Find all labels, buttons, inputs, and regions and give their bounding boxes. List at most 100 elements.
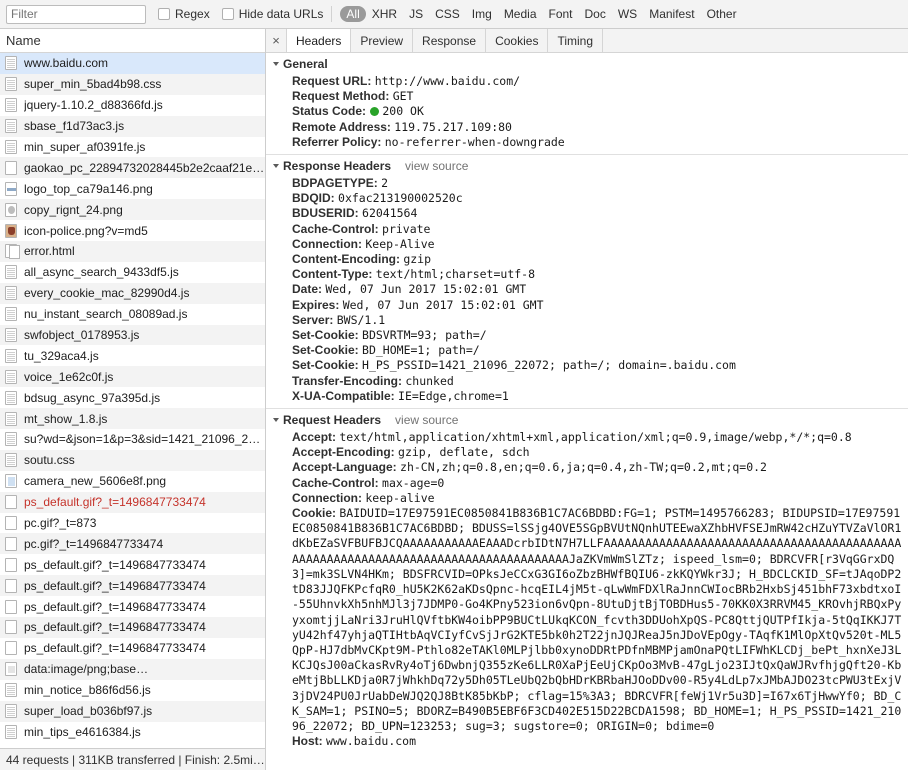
- detail-tabbar: × HeadersPreviewResponseCookiesTiming: [266, 29, 908, 53]
- header-key: X-UA-Compatible:: [292, 389, 395, 403]
- request-row[interactable]: ps_default.gif?_t=1496847733474: [0, 596, 265, 617]
- request-list[interactable]: www.baidu.com super_min_5bad4b98.cssjquer…: [0, 53, 265, 748]
- request-name: pc.gif?_t=873: [24, 516, 96, 530]
- headers-section: Response Headersview sourceBDPAGETYPE: 2…: [266, 154, 908, 408]
- request-row[interactable]: data:image/png;base…: [0, 659, 265, 680]
- request-name: min_super_af0391fe.js: [24, 140, 145, 154]
- header-row: Request URL: http://www.baidu.com/: [266, 74, 908, 89]
- network-summary-text: 44 requests | 311KB transferred | Finish…: [6, 753, 265, 767]
- header-value: 0xfac213190002520c: [338, 191, 463, 205]
- chevron-down-icon[interactable]: [273, 418, 279, 422]
- header-key: Referrer Policy:: [292, 135, 381, 149]
- type-filter-img[interactable]: Img: [466, 6, 498, 22]
- request-row[interactable]: error.html: [0, 241, 265, 262]
- request-row[interactable]: sbase_f1d73ac3.js: [0, 116, 265, 137]
- header-value: GET: [393, 89, 414, 103]
- chevron-down-icon[interactable]: [273, 164, 279, 168]
- request-row[interactable]: ps_default.gif?_t=1496847733474: [0, 617, 265, 638]
- request-name: www.baidu.com: [24, 56, 108, 70]
- request-name: mt_show_1.8.js: [24, 412, 107, 426]
- tab-response[interactable]: Response: [413, 29, 486, 52]
- request-row[interactable]: mt_show_1.8.js: [0, 408, 265, 429]
- type-filter-ws[interactable]: WS: [612, 6, 643, 22]
- request-row[interactable]: super_min_5bad4b98.css: [0, 74, 265, 95]
- request-name: copy_rignt_24.png: [24, 203, 123, 217]
- request-row[interactable]: ps_default.gif?_t=1496847733474: [0, 554, 265, 575]
- header-key: Set-Cookie:: [292, 358, 359, 372]
- regex-checkbox[interactable]: [158, 8, 170, 20]
- request-row[interactable]: bdsug_async_97a395d.js: [0, 387, 265, 408]
- request-row[interactable]: camera_new_5606e8f.png: [0, 471, 265, 492]
- hide-data-urls-checkbox[interactable]: [222, 8, 234, 20]
- tab-preview[interactable]: Preview: [351, 29, 413, 52]
- type-filter-xhr[interactable]: XHR: [366, 6, 403, 22]
- view-source-link[interactable]: view source: [405, 159, 468, 173]
- request-row[interactable]: su?wd=&json=1&p=3&sid=1421_21096_2…: [0, 429, 265, 450]
- request-row[interactable]: every_cookie_mac_82990d4.js: [0, 283, 265, 304]
- request-row[interactable]: swfobject_0178953.js: [0, 325, 265, 346]
- type-filter-manifest[interactable]: Manifest: [643, 6, 700, 22]
- section-header[interactable]: Response Headers view source: [266, 155, 908, 176]
- request-name: data:image/png;base…: [24, 662, 148, 676]
- header-value: H_PS_PSSID=1421_21096_22072; path=/; dom…: [362, 358, 736, 372]
- request-row[interactable]: logo_top_ca79a146.png: [0, 178, 265, 199]
- header-key: Remote Address:: [292, 120, 391, 134]
- header-row: Cookie: BAIDUID=17E97591EC0850841B836B1C…: [266, 506, 908, 734]
- filter-input[interactable]: [6, 5, 146, 24]
- request-row[interactable]: min_tips_e4616384.js: [0, 722, 265, 743]
- view-source-link[interactable]: view source: [395, 413, 458, 427]
- tab-timing[interactable]: Timing: [548, 29, 603, 52]
- request-name: gaokao_pc_22894732028445b2e2caaf21e…: [24, 161, 264, 175]
- chevron-down-icon[interactable]: [273, 62, 279, 66]
- type-filter-font[interactable]: Font: [543, 6, 579, 22]
- type-filter-media[interactable]: Media: [498, 6, 543, 22]
- request-row[interactable]: min_super_af0391fe.js: [0, 137, 265, 158]
- header-row: X-UA-Compatible: IE=Edge,chrome=1: [266, 389, 908, 404]
- type-filter-js[interactable]: JS: [403, 6, 429, 22]
- tab-cookies[interactable]: Cookies: [486, 29, 548, 52]
- header-row: BDQID: 0xfac213190002520c: [266, 191, 908, 206]
- name-column-header[interactable]: Name: [0, 29, 265, 53]
- regex-checkbox-wrap[interactable]: Regex: [158, 7, 210, 21]
- header-key: Connection:: [292, 237, 362, 251]
- request-row[interactable]: www.baidu.com: [0, 53, 265, 74]
- hide-data-urls-checkbox-wrap[interactable]: Hide data URLs: [222, 7, 324, 21]
- section-header[interactable]: Request Headersview source: [266, 409, 908, 430]
- header-row: Transfer-Encoding: chunked: [266, 374, 908, 389]
- header-row: Remote Address: 119.75.217.109:80: [266, 120, 908, 135]
- header-key: Cache-Control:: [292, 476, 379, 490]
- header-value: Wed, 07 Jun 2017 15:02:01 GMT: [343, 298, 544, 312]
- request-row[interactable]: super_load_b036bf97.js: [0, 701, 265, 722]
- request-row[interactable]: gaokao_pc_22894732028445b2e2caaf21e…: [0, 157, 265, 178]
- request-row[interactable]: pc.gif?_t=1496847733474: [0, 533, 265, 554]
- type-filter-css[interactable]: CSS: [429, 6, 466, 22]
- close-icon[interactable]: ×: [266, 29, 287, 52]
- request-detail-pane: × HeadersPreviewResponseCookiesTiming Ge…: [266, 29, 908, 770]
- request-list-pane: Name www.baidu.com super_min_5bad4b98.css…: [0, 29, 266, 770]
- request-row[interactable]: ps_default.gif?_t=1496847733474: [0, 492, 265, 513]
- file-type-icon: [5, 203, 17, 217]
- tab-headers[interactable]: Headers: [287, 29, 351, 52]
- request-row[interactable]: pc.gif?_t=873: [0, 513, 265, 534]
- type-filter-all[interactable]: All: [340, 6, 365, 22]
- request-row[interactable]: min_notice_b86f6d56.js: [0, 680, 265, 701]
- header-row: Referrer Policy: no-referrer-when-downgr…: [266, 135, 908, 150]
- request-row[interactable]: nu_instant_search_08089ad.js: [0, 304, 265, 325]
- request-row[interactable]: tu_329aca4.js: [0, 345, 265, 366]
- request-row[interactable]: voice_1e62c0f.js: [0, 366, 265, 387]
- section-header[interactable]: General: [266, 53, 908, 74]
- request-row[interactable]: soutu.css: [0, 450, 265, 471]
- section-title: Response Headers: [283, 159, 391, 173]
- request-row[interactable]: ps_default.gif?_t=1496847733474: [0, 575, 265, 596]
- header-row: Content-Encoding: gzip: [266, 252, 908, 267]
- request-row[interactable]: all_async_search_9433df5.js: [0, 262, 265, 283]
- header-key: Set-Cookie:: [292, 343, 359, 357]
- header-value: BWS/1.1: [337, 313, 385, 327]
- request-row[interactable]: copy_rignt_24.png: [0, 199, 265, 220]
- type-filter-other[interactable]: Other: [701, 6, 743, 22]
- headers-detail-content: GeneralRequest URL: http://www.baidu.com…: [266, 53, 908, 770]
- request-row[interactable]: ps_default.gif?_t=1496847733474: [0, 638, 265, 659]
- request-row[interactable]: jquery-1.10.2_d88366fd.js: [0, 95, 265, 116]
- type-filter-doc[interactable]: Doc: [579, 6, 612, 22]
- request-row[interactable]: icon-police.png?v=md5: [0, 220, 265, 241]
